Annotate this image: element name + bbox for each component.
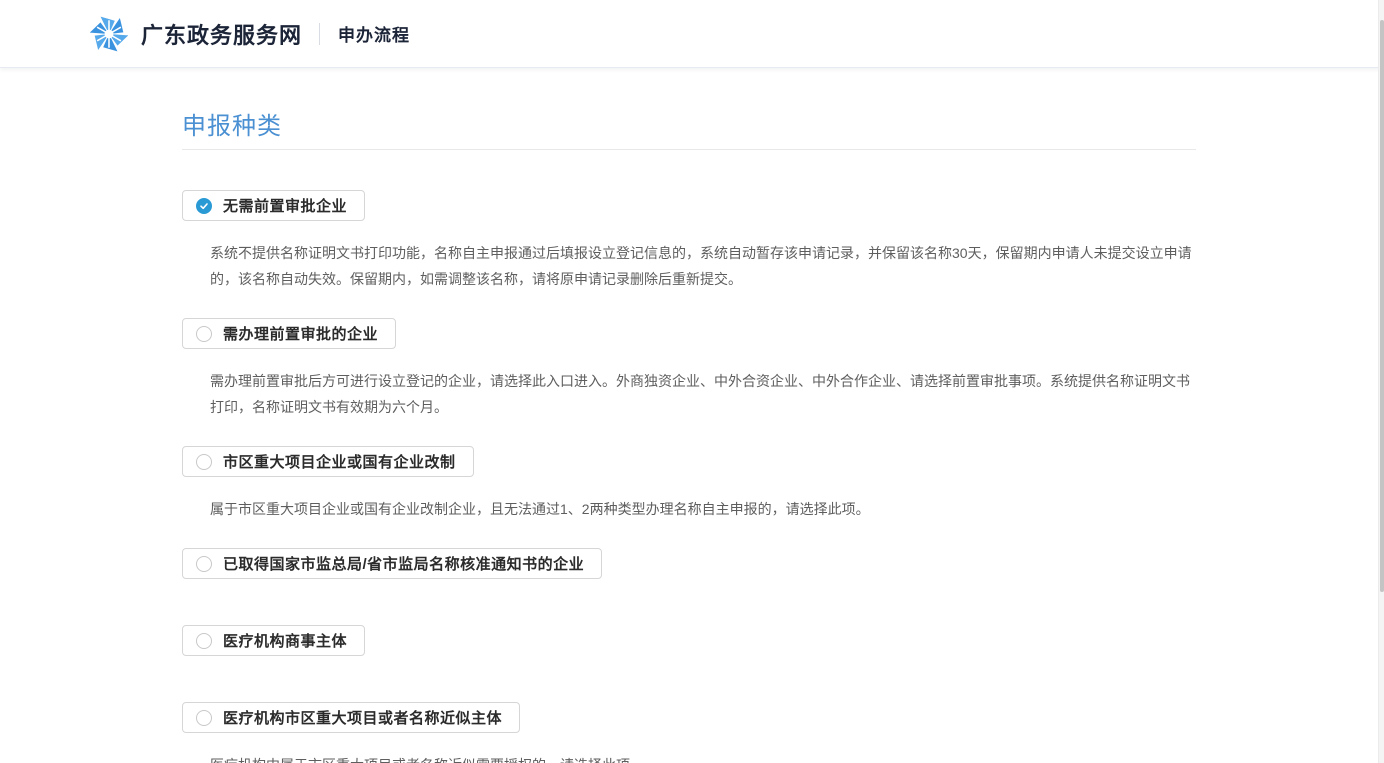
radio-icon (196, 633, 212, 649)
option-radio-button[interactable]: 需办理前置审批的企业 (182, 318, 396, 349)
option-description: 属于市区重大项目企业或国有企业改制企业，且无法通过1、2两种类型办理名称自主申报… (210, 496, 1196, 522)
option-item-3: 市区重大项目企业或国有企业改制 属于市区重大项目企业或国有企业改制企业，且无法通… (182, 446, 1196, 522)
option-radio-button[interactable]: 医疗机构市区重大项目或者名称近似主体 (182, 702, 520, 733)
option-item-6: 医疗机构市区重大项目或者名称近似主体 医疗机构中属于市区重大项目或者名称近似需要… (182, 702, 1196, 763)
radio-icon (196, 198, 212, 214)
option-radio-button[interactable]: 已取得国家市监总局/省市监局名称核准通知书的企业 (182, 548, 602, 579)
option-radio-button[interactable]: 市区重大项目企业或国有企业改制 (182, 446, 474, 477)
option-label: 无需前置审批企业 (223, 195, 347, 216)
radio-icon (196, 710, 212, 726)
page: 广东政务服务网 申办流程 申报种类 无需前置审批企业 系统不提供名称证明文书打印… (0, 0, 1384, 763)
radio-icon (196, 454, 212, 470)
checkmark-icon (199, 201, 209, 211)
option-item-1: 无需前置审批企业 系统不提供名称证明文书打印功能，名称自主申报通过后填报设立登记… (182, 190, 1196, 292)
brand[interactable]: 广东政务服务网 (90, 15, 302, 53)
option-description: 系统不提供名称证明文书打印功能，名称自主申报通过后填报设立登记信息的，系统自动暂… (210, 240, 1196, 292)
scrollbar[interactable] (1378, 0, 1384, 763)
option-item-2: 需办理前置审批的企业 需办理前置审批后方可进行设立登记的企业，请选择此入口进入。… (182, 318, 1196, 420)
radio-icon (196, 326, 212, 342)
option-item-5: 医疗机构商事主体 (182, 625, 1196, 656)
section-title: 申报种类 (182, 106, 1196, 141)
header-page-title: 申办流程 (338, 21, 410, 46)
option-label: 需办理前置审批的企业 (223, 323, 378, 344)
radio-icon (196, 556, 212, 572)
options-list: 无需前置审批企业 系统不提供名称证明文书打印功能，名称自主申报通过后填报设立登记… (182, 150, 1196, 763)
option-label: 医疗机构市区重大项目或者名称近似主体 (223, 707, 502, 728)
option-label: 已取得国家市监总局/省市监局名称核准通知书的企业 (223, 553, 584, 574)
header-divider (319, 23, 320, 45)
option-label: 市区重大项目企业或国有企业改制 (223, 451, 456, 472)
option-radio-button[interactable]: 无需前置审批企业 (182, 190, 365, 221)
option-description: 医疗机构中属于市区重大项目或者名称近似需要授权的，请选择此项。 (210, 752, 1196, 763)
main-content: 申报种类 无需前置审批企业 系统不提供名称证明文书打印功能，名称自主申报通过后填… (0, 68, 1384, 763)
brand-name: 广东政务服务网 (141, 18, 302, 50)
option-item-4: 已取得国家市监总局/省市监局名称核准通知书的企业 (182, 548, 1196, 579)
option-radio-button[interactable]: 医疗机构商事主体 (182, 625, 365, 656)
option-description: 需办理前置审批后方可进行设立登记的企业，请选择此入口进入。外商独资企业、中外合资… (210, 368, 1196, 420)
section-title-block: 申报种类 (182, 106, 1196, 150)
option-label: 医疗机构商事主体 (223, 630, 347, 651)
header: 广东政务服务网 申办流程 (0, 0, 1384, 68)
scrollbar-thumb[interactable] (1380, 20, 1384, 592)
pinwheel-logo-icon (90, 15, 128, 53)
